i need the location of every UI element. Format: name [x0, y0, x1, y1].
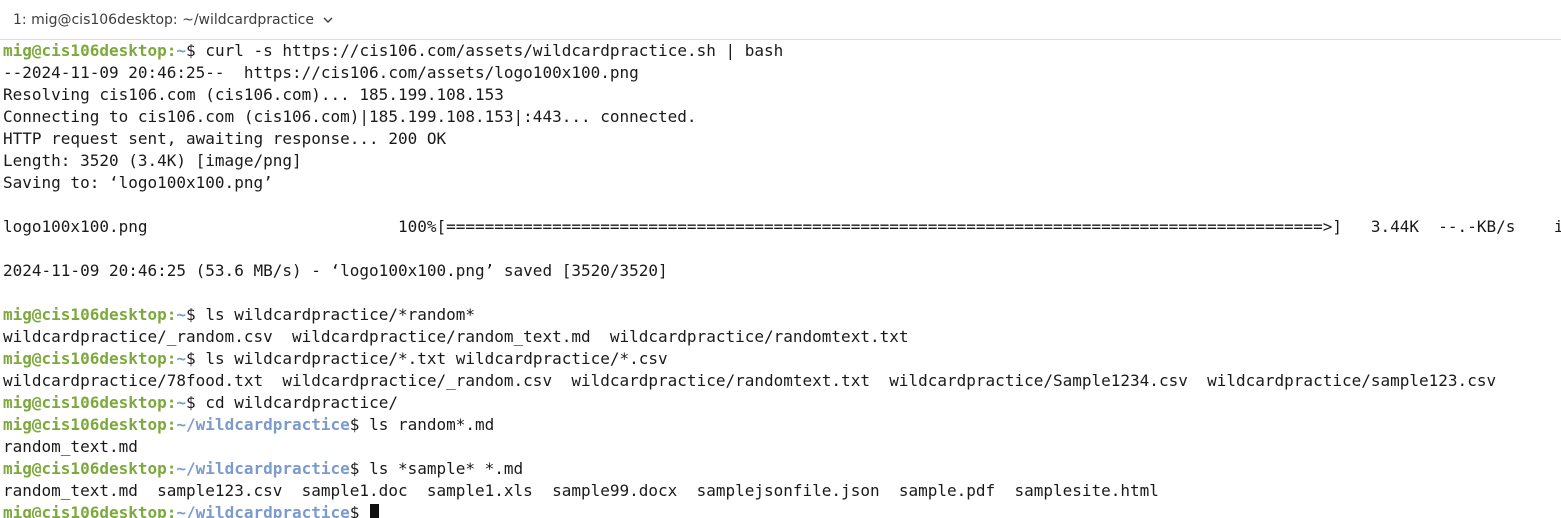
prompt-user: mig@cis106desktop: [3, 305, 167, 324]
command-text: curl -s https://cis106.com/assets/wildca…: [205, 41, 784, 60]
prompt-path: ~: [176, 349, 187, 368]
prompt-colon: :: [166, 41, 177, 60]
chevron-down-icon[interactable]: [322, 14, 334, 26]
output-line: Connecting to cis106.com (cis106.com)|18…: [3, 107, 697, 126]
prompt-path: ~/wildcardpractice: [176, 503, 350, 518]
prompt-path: ~/wildcardpractice: [176, 415, 350, 434]
prompt-line: mig@cis106desktop:~/wildcardpractice$ ls…: [3, 458, 1561, 480]
output-line: 2024-11-09 20:46:25 (53.6 MB/s) - ‘logo1…: [3, 261, 668, 280]
terminal-output[interactable]: mig@cis106desktop:~$ curl -s https://cis…: [0, 40, 1561, 518]
prompt-user: mig@cis106desktop: [3, 349, 167, 368]
output-line: --2024-11-09 20:46:25-- https://cis106.c…: [3, 63, 639, 82]
prompt-symbol: $: [349, 459, 370, 478]
prompt-user: mig@cis106desktop: [3, 393, 167, 412]
prompt-line: mig@cis106desktop:~$ curl -s https://cis…: [3, 40, 1561, 62]
prompt-symbol: $: [186, 349, 206, 368]
command-text: cd wildcardpractice/: [205, 393, 398, 412]
prompt-colon: :: [166, 459, 177, 478]
output-line: wildcardpractice/_random.csv wildcardpra…: [3, 327, 909, 346]
prompt-line: mig@cis106desktop:~$ cd wildcardpractice…: [3, 392, 1561, 414]
prompt-user: mig@cis106desktop: [3, 503, 167, 518]
prompt-symbol: $: [186, 393, 206, 412]
prompt-user: mig@cis106desktop: [3, 459, 167, 478]
prompt-path: ~: [176, 393, 187, 412]
command-text: ls wildcardpractice/*random*: [205, 305, 476, 324]
prompt-colon: :: [166, 305, 177, 324]
terminal-cursor: [370, 504, 380, 518]
command-text: ls random*.md: [369, 415, 495, 434]
prompt-symbol: $: [186, 41, 206, 60]
prompt-line: mig@cis106desktop:~$ ls wildcardpractice…: [3, 304, 1561, 326]
prompt-colon: :: [166, 503, 177, 518]
prompt-line: mig@cis106desktop:~/wildcardpractice$: [3, 502, 1561, 518]
prompt-line: mig@cis106desktop:~$ ls wildcardpractice…: [3, 348, 1561, 370]
output-line: wildcardpractice/78food.txt wildcardprac…: [3, 371, 1497, 390]
prompt-path: ~/wildcardpractice: [176, 459, 350, 478]
prompt-path: ~: [176, 305, 187, 324]
output-line: random_text.md sample123.csv sample1.doc…: [3, 481, 1159, 500]
command-text: ls *sample* *.md: [369, 459, 524, 478]
prompt-symbol: $: [186, 305, 206, 324]
output-line: random_text.md: [3, 437, 138, 456]
output-line: HTTP request sent, awaiting response... …: [3, 129, 447, 148]
command-text: ls wildcardpractice/*.txt wildcardpracti…: [205, 349, 668, 368]
prompt-path: ~: [176, 41, 187, 60]
prompt-symbol: $: [349, 415, 370, 434]
output-line: Resolving cis106.com (cis106.com)... 185…: [3, 85, 504, 104]
output-line: logo100x100.png 100%[===================…: [3, 217, 1561, 236]
output-line: Saving to: ‘logo100x100.png’: [3, 173, 273, 192]
prompt-colon: :: [166, 393, 177, 412]
prompt-colon: :: [166, 415, 177, 434]
terminal-tab-bar: 1: mig@cis106desktop: ~/wildcardpractice: [0, 0, 1561, 40]
prompt-colon: :: [166, 349, 177, 368]
prompt-user: mig@cis106desktop: [3, 415, 167, 434]
tab-title: 1: mig@cis106desktop: ~/wildcardpractice: [13, 11, 314, 28]
prompt-user: mig@cis106desktop: [3, 41, 167, 60]
terminal-tab[interactable]: 1: mig@cis106desktop: ~/wildcardpractice: [0, 0, 334, 40]
prompt-line: mig@cis106desktop:~/wildcardpractice$ ls…: [3, 414, 1561, 436]
output-line: Length: 3520 (3.4K) [image/png]: [3, 151, 302, 170]
prompt-symbol: $: [349, 503, 370, 518]
